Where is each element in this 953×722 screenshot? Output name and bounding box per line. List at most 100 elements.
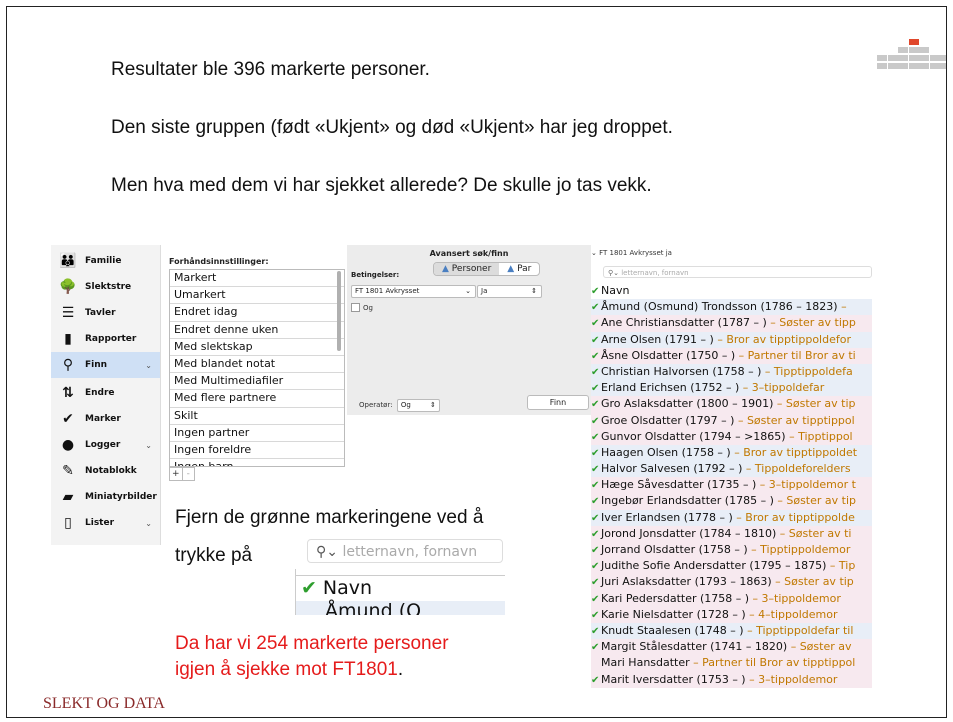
presets-list[interactable]: Markert Umarkert Endret idag Endret denne u… bbox=[169, 269, 345, 467]
result-row[interactable]: ✔ Gro Aslaksdatter (1800 – 1901) – Søster… bbox=[591, 396, 872, 413]
find-button[interactable]: Finn bbox=[527, 395, 589, 410]
result-row[interactable]: ✔ Jorrand Olsdatter (1758 – ) – Tipptippo… bbox=[591, 542, 872, 559]
check-icon[interactable]: ✔ bbox=[591, 300, 601, 315]
result-row[interactable]: ✔ Margit Stålesdatter (1741 – 1820) – Søs… bbox=[591, 639, 872, 656]
chevron-down-icon[interactable]: ⌄ bbox=[145, 519, 152, 528]
sidebar-item-finn[interactable]: ⚲ Finn ⌄ bbox=[51, 352, 160, 378]
check-icon[interactable]: ✔ bbox=[591, 349, 601, 364]
result-row[interactable]: ✔ Kari Pedersdatter (1758 – ) – 3–tippold… bbox=[591, 590, 872, 607]
check-icon[interactable]: ✔ bbox=[301, 577, 317, 599]
slide-line-1: Resultater ble 396 markerte personer. bbox=[111, 59, 430, 80]
sidebar-item-lister[interactable]: ▯ Lister ⌄ bbox=[51, 510, 160, 536]
preset-item[interactable]: Med flere partnere bbox=[170, 390, 344, 408]
result-row[interactable]: ✔ Groe Olsdatter (1797 – ) – Søster av ti… bbox=[591, 412, 872, 429]
sidebar-item-label: Slektstre bbox=[85, 282, 132, 292]
preset-item[interactable]: Endret idag bbox=[170, 304, 344, 322]
check-icon[interactable]: ✔ bbox=[591, 316, 601, 331]
sidebar-item-logger[interactable]: ● Logger ⌄ bbox=[51, 432, 160, 458]
preset-item[interactable]: Markert bbox=[170, 270, 344, 288]
add-preset-button[interactable]: + bbox=[170, 468, 182, 480]
sidebar-item-familie[interactable]: 👪 Familie bbox=[51, 248, 160, 274]
remove-preset-button[interactable]: - bbox=[181, 468, 195, 480]
preset-item[interactable]: Ingen foreldre bbox=[170, 442, 344, 460]
check-icon[interactable]: ✔ bbox=[591, 397, 601, 412]
sidebar-item-miniatyrbilder[interactable]: ▰ Miniatyrbilder bbox=[51, 484, 160, 510]
result-row[interactable]: ✔ Iver Erlandsen (1778 – ) – Bror av tipp… bbox=[591, 509, 872, 526]
result-row[interactable]: ✔ Åsne Olsdatter (1750 – ) – Partner til … bbox=[591, 347, 872, 364]
chevron-down-icon[interactable]: ⌄ bbox=[145, 441, 152, 450]
logo-block bbox=[919, 47, 929, 53]
condition-value-select[interactable]: Ja ⇕ bbox=[477, 285, 542, 298]
result-row[interactable]: ✔ Erland Erichsen (1752 – ) – 3–tippoldef… bbox=[591, 380, 872, 397]
check-icon[interactable]: ✔ bbox=[591, 543, 601, 558]
result-row[interactable]: ✔ Juri Aslaksdatter (1793 – 1863) – Søste… bbox=[591, 574, 872, 591]
tab-pairs[interactable]: ▲ Par bbox=[499, 263, 539, 275]
result-row[interactable]: ✔ Halvor Salvesen (1792 – ) – Tippoldefor… bbox=[591, 461, 872, 478]
check-icon[interactable]: ✔ bbox=[591, 592, 601, 607]
preset-item[interactable]: Endret denne uken bbox=[170, 322, 344, 339]
preset-item[interactable]: Med blandet notat bbox=[170, 356, 344, 374]
sidebar-item-tavler[interactable]: ☰ Tavler bbox=[51, 300, 160, 326]
check-icon[interactable]: ✔ bbox=[591, 511, 601, 526]
result-row[interactable]: ✔ Ingebør Erlandsdatter (1785 – ) – Søste… bbox=[591, 493, 872, 510]
check-icon[interactable]: ✔ bbox=[591, 527, 601, 542]
og-checkbox[interactable]: Og bbox=[351, 303, 373, 312]
slide: Resultater ble 396 markerte personer. De… bbox=[6, 6, 947, 718]
sidebar-item-marker[interactable]: ✔ Marker bbox=[51, 406, 160, 432]
result-row[interactable]: ✔ Haagen Olsen (1758 – ) – Bror av tippti… bbox=[591, 444, 872, 462]
chevron-down-icon[interactable]: ⌄ bbox=[591, 249, 597, 257]
check-icon[interactable]: ✔ bbox=[591, 414, 601, 429]
results-column-header[interactable]: ✔ Navn bbox=[591, 283, 872, 300]
sidebar-item-notablokk[interactable]: ✎ Notablokk bbox=[51, 458, 160, 484]
result-row[interactable]: Mari Hansdatter – Partner til Bror av ti… bbox=[591, 655, 872, 672]
result-row[interactable]: ✔ Knudt Staalesen (1748 – ) – Tipptippold… bbox=[591, 622, 872, 640]
result-row[interactable]: ✔ Christian Halvorsen (1758 – ) – Tipptip… bbox=[591, 363, 872, 381]
result-row[interactable]: ✔ Arne Olsen (1791 – ) – Bror av tipptipp… bbox=[591, 331, 872, 348]
preset-item[interactable]: Umarkert bbox=[170, 287, 344, 305]
sidebar-item-slektstre[interactable]: 🌳 Slektstre bbox=[51, 274, 160, 300]
check-icon[interactable]: ✔ bbox=[591, 608, 601, 623]
check-icon[interactable]: ✔ bbox=[591, 559, 601, 574]
tab-persons[interactable]: ▲ Personer bbox=[434, 263, 500, 275]
check-icon[interactable]: ✔ bbox=[591, 640, 601, 655]
sidebar-item-label: Finn bbox=[85, 360, 108, 370]
result-row[interactable]: ✔ Jorond Jonsdatter (1784 – 1810) – Søste… bbox=[591, 525, 872, 542]
check-icon[interactable]: ✔ bbox=[591, 381, 601, 396]
result-name: Iver Erlandsen (1778 – ) bbox=[601, 510, 733, 524]
result-row[interactable]: ✔ Åmund (Osmund) Trondsson (1786 – 1823) … bbox=[591, 299, 872, 316]
instruction-line-2: trykke på bbox=[175, 545, 253, 566]
chevron-down-icon[interactable]: ⌄ bbox=[145, 361, 152, 370]
check-icon[interactable]: ✔ bbox=[591, 446, 601, 461]
result-row[interactable]: ✔ Ane Christiansdatter (1787 – ) – Søster… bbox=[591, 315, 872, 332]
preset-item[interactable]: Ingen partner bbox=[170, 425, 344, 442]
zoom-search-input[interactable]: ⚲⌄ letternavn, fornavn bbox=[307, 539, 503, 563]
result-row[interactable]: ✔ Hæge Såvesdatter (1735 – ) – 3–tippolde… bbox=[591, 477, 872, 494]
check-icon[interactable]: ✔ bbox=[591, 624, 601, 639]
check-icon[interactable]: ✔ bbox=[591, 284, 601, 299]
results-search-input[interactable]: ⚲⌄ letternavn, fornavn bbox=[603, 266, 872, 278]
check-icon[interactable]: ✔ bbox=[591, 673, 601, 688]
check-icon[interactable]: ✔ bbox=[591, 575, 601, 590]
check-icon[interactable]: ✔ bbox=[591, 430, 601, 445]
check-icon[interactable]: ✔ bbox=[591, 365, 601, 380]
preset-item[interactable]: Ingen barn bbox=[170, 459, 344, 466]
result-row[interactable]: ✔ Judithe Sofie Andersdatter (1795 – 1875… bbox=[591, 558, 872, 575]
presets-scrollbar[interactable] bbox=[337, 271, 341, 351]
zoom-navn-header[interactable]: ✔ Navn bbox=[295, 575, 505, 602]
check-icon[interactable]: ✔ bbox=[591, 494, 601, 509]
check-icon[interactable]: ✔ bbox=[591, 462, 601, 477]
result-row[interactable]: ✔ Karie Nielsdatter (1728 – ) – 4–tippold… bbox=[591, 606, 872, 623]
result-row[interactable]: ✔ Gunvor Olsdatter (1794 – >1865) – Tippt… bbox=[591, 428, 872, 445]
preset-item[interactable]: Med Multimediafiler bbox=[170, 373, 344, 391]
check-icon[interactable]: ✔ bbox=[591, 478, 601, 493]
result-name: Erland Erichsen (1752 – ) bbox=[601, 381, 740, 395]
condition-field-select[interactable]: FT 1801 Avkrysset ⌄ bbox=[351, 285, 476, 298]
operator-select[interactable]: Og ⇕ bbox=[396, 399, 440, 412]
sidebar-item-rapporter[interactable]: ▮ Rapporter bbox=[51, 326, 160, 352]
preset-item[interactable]: Skilt bbox=[170, 408, 344, 425]
result-row[interactable]: ✔ Marit Iversdatter (1753 – ) – 3–tippold… bbox=[591, 671, 872, 688]
sidebar-item-endre[interactable]: ⇅ Endre bbox=[51, 380, 160, 406]
check-icon[interactable]: ✔ bbox=[591, 333, 601, 348]
preset-item[interactable]: Med slektskap bbox=[170, 339, 344, 356]
result-relation: – Bror av tipptippolde bbox=[732, 510, 855, 524]
